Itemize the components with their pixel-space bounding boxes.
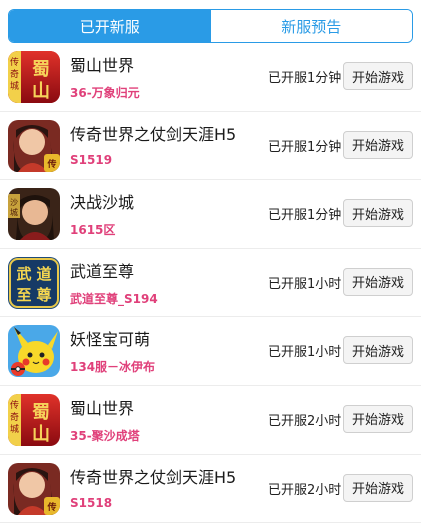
start-game-button[interactable]: 开始游戏 [343, 267, 413, 296]
game-server-list: 传 奇 城 蜀 山 蜀山世界 36-万象归元 已开服1分钟 开始游戏 传 传奇世… [0, 43, 421, 524]
start-game-button[interactable]: 开始游戏 [343, 199, 413, 228]
svg-text:奇: 奇 [10, 411, 19, 423]
game-name: 传奇世界之仗剑天涯H5 [70, 124, 237, 144]
list-item[interactable]: 传 奇 城 蜀 山 蜀山世界 35-聚沙成塔 已开服2小时 开始游戏 [0, 386, 421, 455]
svg-text:沙: 沙 [10, 198, 18, 207]
svg-text:城: 城 [10, 81, 19, 92]
start-game-button[interactable]: 开始游戏 [343, 336, 413, 365]
open-time: 已开服2小时 [268, 482, 342, 498]
open-time: 已开服1分钟 [268, 208, 342, 224]
server-name: 1615区 [70, 223, 116, 238]
list-item[interactable]: 妖怪宝可萌 134服－冰伊布 已开服1小时 开始游戏 [0, 317, 421, 386]
game-name: 决战沙城 [70, 193, 135, 213]
game-name: 传奇世界之仗剑天涯H5 [70, 467, 237, 487]
start-game-button[interactable]: 开始游戏 [343, 62, 413, 90]
svg-text:尊: 尊 [36, 286, 51, 304]
list-item[interactable]: 传 传奇世界之仗剑天涯H5 S1519 已开服1分钟 开始游戏 [0, 112, 421, 181]
list-item[interactable]: 武 道 至 尊 武道至尊 武道至尊_S194 已开服1小时 开始游戏 [0, 249, 421, 318]
open-time: 已开服1分钟 [268, 139, 342, 155]
svg-text:城: 城 [10, 424, 19, 435]
svg-text:蜀: 蜀 [32, 402, 50, 423]
svg-text:传: 传 [46, 501, 56, 513]
svg-text:传: 传 [10, 399, 19, 411]
game-name: 武道至尊 [70, 261, 135, 281]
server-name: 134服－冰伊布 [70, 360, 156, 375]
open-time: 已开服1小时 [268, 345, 342, 361]
list-item[interactable]: 传 奇 城 蜀 山 蜀山世界 36-万象归元 已开服1分钟 开始游戏 [0, 43, 421, 112]
svg-text:山: 山 [32, 81, 50, 102]
start-game-button[interactable]: 开始游戏 [343, 404, 413, 433]
svg-text:道: 道 [36, 265, 51, 283]
server-name: S1518 [70, 495, 113, 510]
tab-upcoming-servers[interactable]: 新服预告 [210, 10, 412, 42]
shacheng-game-icon: 沙 城 [8, 188, 60, 241]
pokemon-game-icon [8, 325, 60, 378]
list-item[interactable]: 传 传奇世界之仗剑天涯H5 S1518 已开服2小时 开始游戏 [0, 455, 421, 524]
list-item[interactable]: 沙 城 决战沙城 1615区 已开服1分钟 开始游戏 [0, 180, 421, 249]
server-tabs: 已开新服 新服预告 [8, 9, 413, 43]
game-name: 妖怪宝可萌 [70, 330, 151, 350]
open-time: 已开服1小时 [268, 276, 342, 292]
svg-text:奇: 奇 [10, 68, 19, 80]
start-game-button[interactable]: 开始游戏 [343, 130, 413, 159]
tab-opened-servers[interactable]: 已开新服 [9, 10, 211, 42]
shushan-game-icon: 传 奇 城 蜀 山 [8, 393, 60, 446]
svg-text:传: 传 [10, 56, 19, 68]
svg-text:山: 山 [32, 424, 50, 445]
svg-text:至: 至 [16, 286, 31, 304]
svg-text:城: 城 [10, 208, 18, 217]
server-name: S1519 [70, 152, 113, 167]
game-name: 蜀山世界 [70, 398, 135, 418]
chuanqi-game-icon: 传 [8, 462, 60, 515]
server-name: 武道至尊_S194 [70, 291, 158, 306]
open-time: 已开服1分钟 [268, 71, 342, 86]
server-name: 36-万象归元 [70, 86, 140, 100]
open-time: 已开服2小时 [268, 413, 342, 429]
shushan-game-icon: 传 奇 城 蜀 山 [8, 51, 60, 103]
svg-text:蜀: 蜀 [32, 59, 50, 80]
start-game-button[interactable]: 开始游戏 [343, 473, 413, 502]
wudao-game-icon: 武 道 至 尊 [8, 256, 60, 309]
svg-text:传: 传 [46, 158, 56, 170]
server-name: 35-聚沙成塔 [70, 428, 140, 443]
game-name: 蜀山世界 [70, 56, 135, 75]
chuanqi-game-icon: 传 [8, 119, 60, 172]
svg-text:武: 武 [16, 265, 31, 283]
